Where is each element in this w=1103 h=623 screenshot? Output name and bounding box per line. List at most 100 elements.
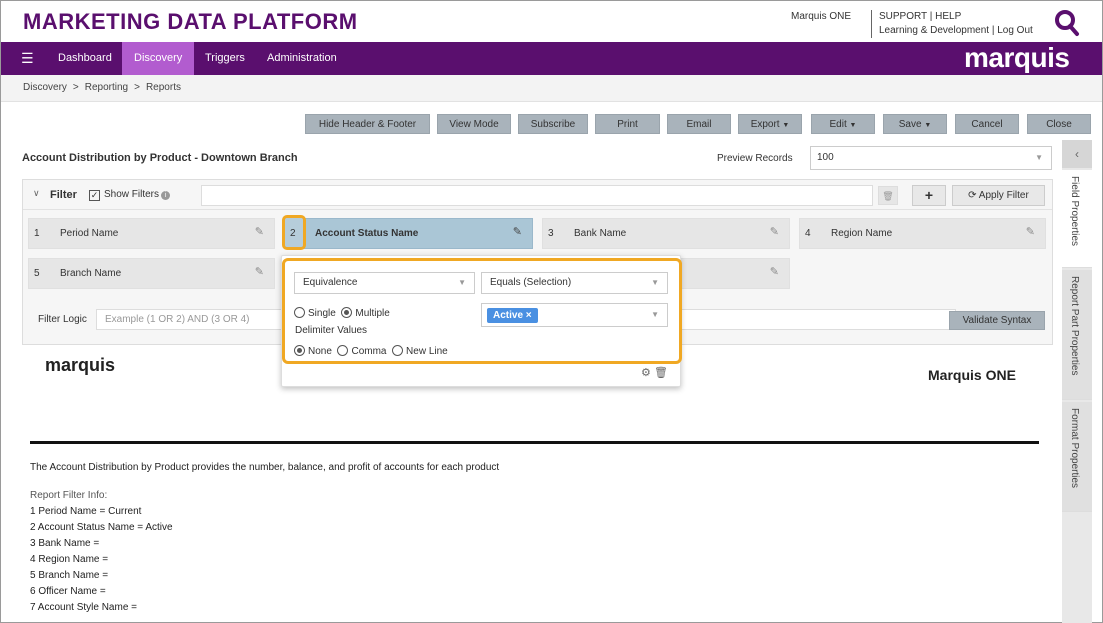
tab-label: Format Properties [1069, 408, 1080, 489]
breadcrumb-reports: Reports [145, 82, 181, 93]
preview-records-select[interactable]: 100 ▼ [810, 146, 1052, 170]
subscribe-button[interactable]: Subscribe [518, 114, 588, 134]
close-button[interactable]: Close [1027, 114, 1091, 134]
trash-icon[interactable]: 🗑 [878, 186, 898, 205]
tab-format-properties[interactable]: Format Properties [1062, 402, 1092, 512]
breadcrumb-separator: > [72, 82, 79, 93]
filter-item-name: Account Status Name [315, 228, 419, 239]
filter-item-number: 2 [290, 228, 296, 239]
app-title: MARKETING DATA PLATFORM [23, 9, 358, 34]
email-button[interactable]: Email [667, 114, 731, 134]
filter-text-input[interactable] [201, 185, 873, 206]
multiple-radio[interactable]: Multiple [341, 307, 390, 319]
radio-icon[interactable] [392, 345, 404, 356]
operator-type-select[interactable]: Equivalence ▼ [294, 272, 475, 294]
filter-info-line: 7 Account Style Name = [30, 602, 138, 613]
close-icon[interactable]: × [526, 310, 532, 321]
filter-item-active[interactable]: 2 Account Status Name ✎ [282, 215, 533, 250]
filter-item-name: Bank Name [574, 228, 627, 239]
export-button[interactable]: Export ▼ [738, 114, 802, 134]
filter-item-name: Branch Name [60, 268, 122, 279]
export-label: Export [750, 119, 780, 130]
radio-icon[interactable] [294, 307, 305, 318]
nav-administration[interactable]: Administration [255, 42, 349, 75]
filter-item[interactable]: 3 Bank Name ✎ [542, 218, 790, 249]
save-button[interactable]: Save ▼ [883, 114, 947, 134]
filter-item-number: 1 [34, 228, 40, 239]
filter-info-label: Report Filter Info: [30, 490, 108, 501]
filter-info-line: 3 Bank Name = [30, 538, 100, 549]
nav-bar: ☰ Dashboard Discovery Triggers Administr… [1, 42, 1102, 75]
nav-discovery[interactable]: Discovery [122, 42, 195, 75]
filter-info-line: 5 Branch Name = [30, 570, 109, 581]
filter-item[interactable]: 1 Period Name ✎ [28, 218, 275, 249]
pencil-icon[interactable]: ✎ [513, 225, 522, 238]
tab-label: Field Properties [1069, 176, 1080, 247]
hamburger-icon[interactable]: ☰ [21, 50, 34, 67]
search-icon[interactable] [1054, 9, 1080, 37]
operator-select[interactable]: Equals (Selection) ▼ [481, 272, 668, 294]
operator-type-value: Equivalence [303, 277, 358, 288]
pencil-icon[interactable]: ✎ [770, 265, 779, 278]
chevron-left-icon[interactable]: ‹ [1062, 140, 1092, 168]
nav-triggers[interactable]: Triggers [193, 42, 257, 75]
validate-syntax-button[interactable]: Validate Syntax [949, 311, 1045, 330]
show-filters-checkbox[interactable]: ✓ Show Filters i [89, 189, 171, 201]
radio-selected-icon[interactable] [341, 307, 353, 318]
filter-item-number: 4 [805, 228, 811, 239]
filter-item[interactable]: 5 Branch Name ✎ [28, 258, 275, 289]
checkbox-checked-icon[interactable]: ✓ [89, 190, 100, 201]
radio-selected-icon[interactable] [294, 345, 305, 356]
caret-down-icon: ▼ [782, 122, 790, 129]
show-filters-label: Show Filters [104, 189, 160, 200]
breadcrumb-discovery[interactable]: Discovery [23, 82, 67, 93]
multiple-label: Multiple [355, 308, 390, 319]
add-filter-button[interactable]: + [912, 185, 946, 206]
pencil-icon[interactable]: ✎ [770, 225, 779, 238]
tab-label: Report Part Properties [1069, 276, 1080, 376]
pencil-icon[interactable]: ✎ [1026, 225, 1035, 238]
breadcrumb-bar: Discovery > Reporting > Reports [1, 75, 1102, 102]
gear-icon[interactable]: ⚙ [641, 367, 651, 379]
preview-records-label: Preview Records [717, 153, 793, 164]
trash-icon[interactable]: 🗑 [654, 367, 668, 379]
selection-mode-group: Single Multiple [294, 307, 390, 319]
cancel-button[interactable]: Cancel [955, 114, 1019, 134]
view-mode-button[interactable]: View Mode [437, 114, 511, 134]
none-radio[interactable]: None [294, 345, 332, 357]
pencil-icon[interactable]: ✎ [255, 225, 264, 238]
filter-info-line: 1 Period Name = Current [30, 506, 142, 517]
single-radio[interactable]: Single [294, 307, 336, 319]
support-help-link[interactable]: SUPPORT | HELP [879, 10, 1033, 24]
hide-header-footer-button[interactable]: Hide Header & Footer [305, 114, 430, 134]
report-title: Account Distribution by Product - Downto… [22, 152, 298, 164]
tab-report-part-properties[interactable]: Report Part Properties [1062, 270, 1092, 400]
user-name[interactable]: Marquis ONE [791, 10, 851, 24]
properties-side-panel: ‹ Field Properties Report Part Propertie… [1062, 140, 1092, 623]
selected-value-tag[interactable]: Active × [487, 308, 538, 323]
chevron-down-icon[interactable]: ∨ [33, 188, 40, 199]
print-button[interactable]: Print [595, 114, 660, 134]
pencil-icon[interactable]: ✎ [255, 265, 264, 278]
tag-label: Active [493, 310, 524, 321]
caret-down-icon: ▼ [924, 122, 932, 129]
comma-radio[interactable]: Comma [337, 345, 387, 357]
values-multiselect[interactable]: Active × ▼ [481, 303, 668, 327]
chevron-down-icon: ▼ [1035, 153, 1043, 162]
filter-header: ∨ Filter ✓ Show Filters i 🗑 + ⟳ Apply Filt… [23, 180, 1052, 210]
comma-label: Comma [351, 346, 387, 357]
learning-logout-link[interactable]: Learning & Development | Log Out [879, 24, 1033, 38]
apply-filter-button[interactable]: ⟳ Apply Filter [952, 185, 1045, 206]
edit-button[interactable]: Edit ▼ [811, 114, 875, 134]
chevron-down-icon: ▼ [651, 310, 659, 319]
marquis-logo: marquis [964, 42, 1070, 73]
filter-item[interactable]: 4 Region Name ✎ [799, 218, 1046, 249]
caret-down-icon: ▼ [849, 122, 857, 129]
breadcrumb-reporting[interactable]: Reporting [85, 82, 128, 93]
radio-icon[interactable] [337, 345, 349, 356]
popup-highlight: Equivalence ▼ Equals (Selection) ▼ Singl… [282, 258, 682, 364]
nav-dashboard[interactable]: Dashboard [46, 42, 124, 75]
edit-label: Edit [829, 119, 847, 130]
newline-radio[interactable]: New Line [392, 345, 448, 357]
tab-field-properties[interactable]: Field Properties [1062, 170, 1092, 268]
